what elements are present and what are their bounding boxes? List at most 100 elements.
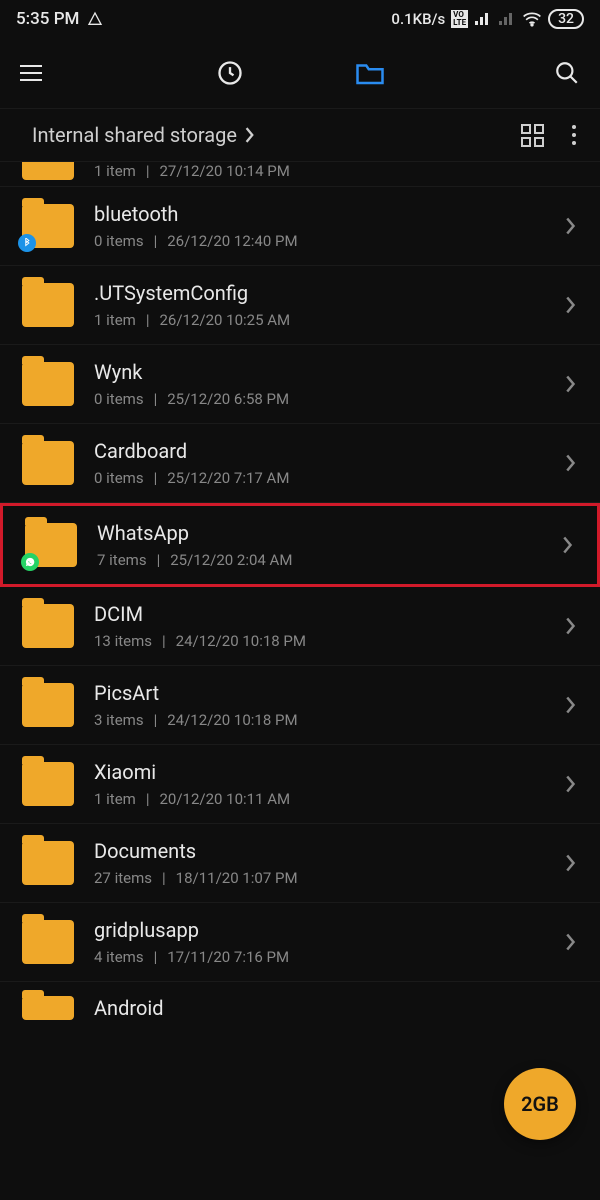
folder-name: bluetooth [94, 202, 546, 226]
folder-meta: 3 items|24/12/20 10:18 PM [94, 711, 546, 729]
folder-name: Cardboard [94, 439, 546, 463]
search-icon[interactable] [554, 60, 580, 86]
folder-name: WhatsApp [97, 521, 543, 545]
chevron-right-icon [566, 454, 576, 472]
status-bar: 5:35 PM 0.1KB/s VOLTE 32 [0, 0, 600, 38]
folder-row[interactable]: Xiaomi 1 item|20/12/20 10:11 AM [0, 745, 600, 824]
folder-count: 3 items [94, 711, 144, 729]
more-options-button[interactable] [572, 125, 576, 145]
folder-meta: 7 items|25/12/20 2:04 AM [97, 551, 543, 569]
folder-tab-icon[interactable] [355, 60, 385, 86]
folder-date: 18/11/20 1:07 PM [176, 869, 298, 887]
folder-name: PicsArt [94, 681, 546, 705]
folder-icon [22, 683, 74, 727]
status-netspeed: 0.1KB/s [391, 10, 445, 28]
chevron-right-icon [563, 536, 573, 554]
breadcrumb-bar: Internal shared storage [0, 108, 600, 162]
folder-row[interactable]: Wynk 0 items|25/12/20 6:58 PM [0, 345, 600, 424]
chevron-right-icon [566, 933, 576, 951]
folder-meta: 0 items|25/12/20 6:58 PM [94, 390, 546, 408]
folder-icon [22, 996, 74, 1020]
chevron-right-icon [566, 854, 576, 872]
folder-row[interactable]: Documents 27 items|18/11/20 1:07 PM [0, 824, 600, 903]
folder-row[interactable]: 1 item|27/12/20 10:14 PM [0, 162, 600, 187]
folder-row[interactable]: Android [0, 982, 600, 1026]
wifi-icon [522, 11, 542, 27]
signal-icon [474, 12, 492, 26]
folder-date: 27/12/20 10:14 PM [160, 162, 290, 180]
folder-meta: 0 items|25/12/20 7:17 AM [94, 469, 546, 487]
chevron-right-icon [245, 127, 255, 143]
breadcrumb-label: Internal shared storage [32, 123, 237, 147]
folder-count: 0 items [94, 390, 144, 408]
folder-name: gridplusapp [94, 918, 546, 942]
folder-date: 26/12/20 12:40 PM [167, 232, 297, 250]
storage-fab-label: 2GB [521, 1092, 559, 1116]
folder-meta: 1 item|26/12/20 10:25 AM [94, 311, 546, 329]
folder-name: .UTSystemConfig [94, 281, 546, 305]
bluetooth-badge-icon [18, 234, 36, 252]
folder-date: 25/12/20 7:17 AM [167, 469, 289, 487]
chevron-right-icon [566, 375, 576, 393]
folder-row[interactable]: Cardboard 0 items|25/12/20 7:17 AM [0, 424, 600, 503]
folder-meta: 0 items|26/12/20 12:40 PM [94, 232, 546, 250]
folder-count: 4 items [94, 948, 144, 966]
menu-button[interactable] [20, 65, 42, 81]
folder-meta: 27 items|18/11/20 1:07 PM [94, 869, 546, 887]
folder-count: 1 item [94, 311, 136, 329]
chevron-right-icon [566, 617, 576, 635]
chevron-right-icon [566, 217, 576, 235]
folder-icon [22, 283, 74, 327]
folder-count: 27 items [94, 869, 152, 887]
folder-name: Android [94, 996, 576, 1020]
folder-icon [22, 604, 74, 648]
folder-count: 13 items [94, 632, 152, 650]
folder-icon [25, 523, 77, 567]
folder-list: 1 item|27/12/20 10:14 PM bluetooth 0 items… [0, 162, 600, 1026]
folder-meta: 13 items|24/12/20 10:18 PM [94, 632, 546, 650]
folder-row[interactable]: gridplusapp 4 items|17/11/20 7:16 PM [0, 903, 600, 982]
folder-icon [22, 204, 74, 248]
toolbar [0, 38, 600, 108]
folder-name: DCIM [94, 602, 546, 626]
folder-count: 0 items [94, 232, 144, 250]
folder-icon [22, 762, 74, 806]
chevron-right-icon [566, 775, 576, 793]
folder-count: 1 item [94, 790, 136, 808]
recent-icon[interactable] [216, 59, 244, 87]
folder-date: 24/12/20 10:18 PM [167, 711, 297, 729]
folder-meta: 1 item|27/12/20 10:14 PM [94, 162, 576, 180]
chevron-right-icon [566, 296, 576, 314]
folder-row[interactable]: DCIM 13 items|24/12/20 10:18 PM [0, 587, 600, 666]
folder-icon [22, 841, 74, 885]
folder-meta: 1 item|20/12/20 10:11 AM [94, 790, 546, 808]
folder-row[interactable]: WhatsApp 7 items|25/12/20 2:04 AM [0, 503, 600, 587]
folder-count: 7 items [97, 551, 147, 569]
folder-name: Wynk [94, 360, 546, 384]
folder-name: Documents [94, 839, 546, 863]
view-grid-button[interactable] [521, 124, 544, 147]
status-battery: 32 [548, 9, 584, 29]
breadcrumb[interactable]: Internal shared storage [32, 123, 255, 147]
folder-date: 25/12/20 6:58 PM [167, 390, 289, 408]
folder-count: 0 items [94, 469, 144, 487]
whatsapp-badge-icon [21, 553, 39, 571]
folder-date: 26/12/20 10:25 AM [160, 311, 291, 329]
folder-meta: 4 items|17/11/20 7:16 PM [94, 948, 546, 966]
folder-date: 25/12/20 2:04 AM [170, 551, 292, 569]
folder-count: 1 item [94, 162, 136, 180]
status-time: 5:35 PM [16, 9, 79, 29]
delta-icon [87, 11, 103, 27]
folder-date: 20/12/20 10:11 AM [160, 790, 291, 808]
folder-date: 24/12/20 10:18 PM [176, 632, 306, 650]
storage-fab[interactable]: 2GB [504, 1068, 576, 1140]
folder-name: Xiaomi [94, 760, 546, 784]
folder-icon [22, 441, 74, 485]
signal-icon-2 [498, 12, 516, 26]
folder-row[interactable]: PicsArt 3 items|24/12/20 10:18 PM [0, 666, 600, 745]
folder-row[interactable]: .UTSystemConfig 1 item|26/12/20 10:25 AM [0, 266, 600, 345]
volte-icon: VOLTE [451, 10, 468, 28]
folder-icon [22, 362, 74, 406]
folder-icon [22, 162, 74, 180]
folder-row[interactable]: bluetooth 0 items|26/12/20 12:40 PM [0, 187, 600, 266]
